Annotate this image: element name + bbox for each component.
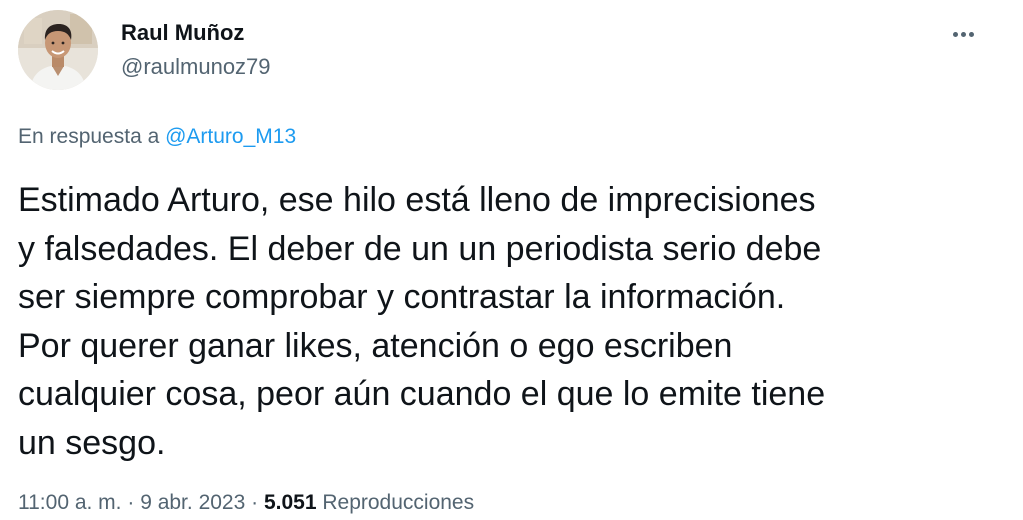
reply-prefix: En respuesta a	[18, 125, 166, 148]
reply-mention-link[interactable]: @Arturo_M13	[165, 125, 296, 148]
tweet-text-line: cualquier cosa, peor aún cuando el que l…	[18, 375, 826, 413]
more-options-button[interactable]	[938, 14, 988, 54]
author-handle[interactable]: @raulmunoz79	[121, 54, 271, 80]
meta-separator: ·	[245, 491, 264, 514]
views-count: 5.051	[263, 491, 317, 514]
tweet-text-line: ser siempre comprobar y contrastar la in…	[18, 278, 786, 316]
tweet-text-line: un sesgo.	[18, 423, 166, 462]
tweet-date[interactable]: 9 abr. 2023	[140, 491, 245, 514]
tweet-meta: 11:00 a. m. · 9 abr. 2023 · 5.051 Reprod…	[18, 490, 474, 516]
reply-context: En respuesta a @Arturo_M13	[18, 124, 296, 150]
author-name[interactable]: Raul Muñoz	[121, 20, 244, 46]
meta-separator: ·	[121, 491, 141, 514]
tweet-time[interactable]: 11:00 a. m.	[18, 491, 122, 514]
tweet-text: Estimado Arturo, ese hilo está lleno de …	[18, 176, 1008, 467]
views-label: Reproducciones	[316, 491, 475, 514]
profile-photo-icon	[18, 10, 98, 90]
tweet-text-line: Por querer ganar likes, atención o ego e…	[18, 326, 733, 365]
tweet-card: Raul Muñoz @raulmunoz79 En respuesta a @…	[0, 0, 1023, 520]
tweet-text-line: y falsedades. El deber de un un periodis…	[18, 229, 822, 268]
more-horizontal-icon	[952, 31, 974, 37]
avatar[interactable]	[18, 10, 98, 90]
tweet-text-line: Estimado Arturo, ese hilo está lleno de …	[18, 181, 816, 219]
